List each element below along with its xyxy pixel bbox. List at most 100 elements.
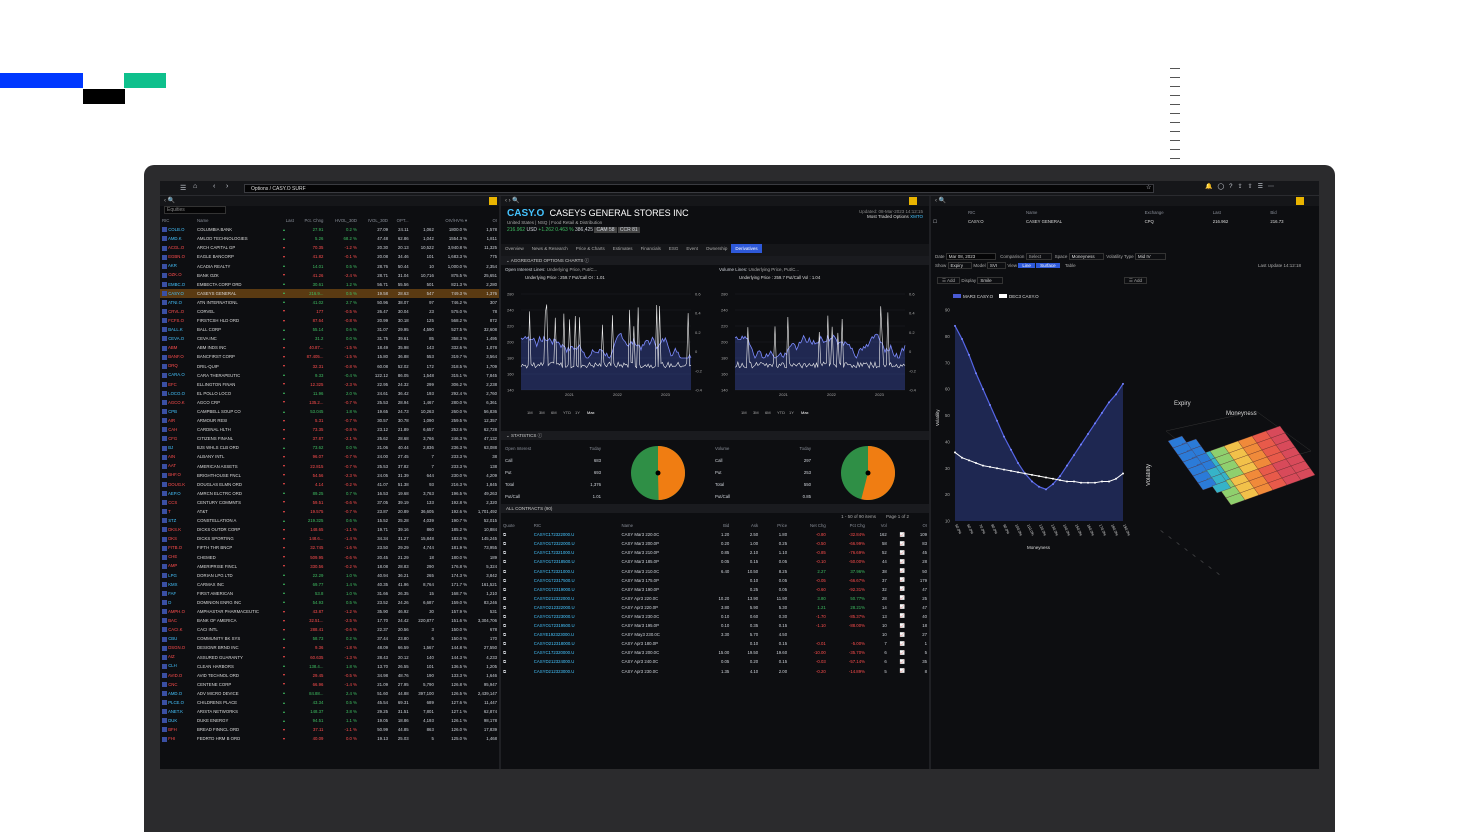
ric-cell[interactable]: AEP.O [160,489,195,498]
ric-cell[interactable]: DUK [160,716,195,725]
contract-ric[interactable]: CASYO172322000.U [532,539,620,548]
chart-icon[interactable]: 📈 [889,630,907,639]
contract-row[interactable]: ⧉ CASYO172318500.U CASY Mar3 185.0P 0.05 0.1… [501,557,929,566]
tab-news-research[interactable]: News & Research [528,244,572,253]
ric-cell[interactable]: AAT [160,462,195,471]
table-row[interactable]: AIZ ASSURED GUARANTY ▼ 60.635 -1.3 % 28.43 20.… [160,653,499,662]
col-header[interactable]: RIC [966,208,1024,217]
quote-icon[interactable]: ⧉ [501,657,532,666]
ric-cell[interactable]: DSGN.O [160,643,195,652]
address-bar[interactable]: Options / CASY.O SURF [244,184,1154,193]
forward-icon[interactable]: › [226,183,228,190]
ric-cell[interactable]: D [160,598,195,607]
table-row[interactable]: LPG DORIAN LPG LTD ▲ 22.29 1.0 % 40.94 36.21 26… [160,571,499,580]
quote-icon[interactable]: ⧉ [501,530,532,539]
table-row[interactable]: FCFS.O FIRSTCSH HLD ORD ▼ 87.64 -0.8 % 20.99 3… [160,316,499,325]
contract-row[interactable]: ⧉ CASYO172319000.U CASY Mar3 190.0P 0.25 0.0… [501,585,929,594]
ric-cell[interactable]: CARA.O [160,371,195,380]
contract-row[interactable]: ⧉ CASYC172321000.U CASY Mar3 210.0P 0.85 2.1… [501,548,929,557]
ric-cell[interactable]: BFH [160,725,195,734]
table-row[interactable]: LOCO.O EL POLLO LOCO ▲ 11.96 2.0 % 24.61 36.42… [160,389,499,398]
contract-row[interactable]: ⧉ CASYD212323000.U CASY Apr3 230.0C 1.35 4.1… [501,667,929,676]
table-row[interactable]: BAC BANK OF AMERICA ▼ 32.51... -2.5 % 17.70 24… [160,616,499,625]
table-row[interactable]: CRVL.O CORVEL ▼ 177 -0.5 % 26.47 30.04 23 575.0 … [160,307,499,316]
col-header[interactable]: Vol [867,521,889,530]
table-row[interactable]: AMD.K AMLOD TECHNOLOGIES ▲ 5.26 68.2 % 47.48 6… [160,234,499,243]
ric-cell[interactable]: BJ [160,443,195,452]
contract-ric[interactable]: CASYO172319500.U [532,621,620,630]
ric-cell[interactable]: AVID.O [160,671,195,680]
range-button-1M[interactable]: 1M [741,410,747,415]
table-row[interactable]: BHF.O BRIGHTHOUSE FNCL ▼ 54.56 -2.3 % 24.05 31… [160,471,499,480]
table-row[interactable]: CAH CARDINAL HLTH ▼ 73.35 -0.8 % 23.12 21.89 6,… [160,425,499,434]
chart-icon[interactable]: 📈 [889,548,907,557]
table-row[interactable]: CEVA.O CEVA INC ▲ 31.2 0.0 % 31.75 39.61 85 358.… [160,334,499,343]
table-row[interactable]: ANET.K ARISTA NETWORKS ▲ 148.37 3.8 % 29.25 31… [160,707,499,716]
chart-icon[interactable]: 📈 [889,648,907,657]
quote-icon[interactable]: ⧉ [501,603,532,612]
ric-cell[interactable]: CHE [160,552,195,561]
col-header[interactable]: OI [907,521,929,530]
chart-icon[interactable]: 📈 [889,557,907,566]
table-row[interactable]: FAF FIRST AMERICAN ▲ 53.8 1.0 % 31.66 26.35 15 1… [160,589,499,598]
col-header[interactable]: OI [469,216,499,225]
ric-cell[interactable]: LOCO.O [160,389,195,398]
tab-derivatives[interactable]: Derivatives [731,244,762,253]
col-header[interactable]: Price [760,521,789,530]
add-button[interactable]: ☰ Add [937,277,961,285]
ric-cell[interactable]: CACI.K [160,625,195,634]
col-header[interactable]: HVOL_30D [325,216,359,225]
table-row[interactable]: DUK DUKE ENERGY ▲ 94.51 1.1 % 19.05 18.86 4,193… [160,716,499,725]
table-row[interactable]: AEP.O AMRCN ELCTRC ORD ▲ 89.25 0.7 % 16.53 19.… [160,489,499,498]
range-button-YTD[interactable]: YTD [777,410,785,415]
contract-row[interactable]: ⧉ CASYO172317500.U CASY Mar3 175.0P 0.10 0.0… [501,576,929,585]
table-row[interactable]: DKS.K DICKS OUTDR CORP ▼ 148.65 -1.1 % 19.71 3… [160,525,499,534]
quote-icon[interactable]: ⧉ [501,566,532,575]
table-row[interactable]: CBU COMMUNITY BK SYS ▲ 58.73 0.2 % 37.44 23.80… [160,634,499,643]
ric-cell[interactable]: BHF.O [160,471,195,480]
range-button-6M[interactable]: 6M [765,410,771,415]
menu-icon[interactable]: ☰ [180,184,186,192]
vol-type-select[interactable]: Mid IV [1134,253,1166,261]
col-header[interactable]: Name [1024,208,1143,217]
col-header[interactable]: RIC [532,521,620,530]
comparison-select[interactable]: Select [1025,253,1053,261]
ric-cell[interactable]: CNC [160,680,195,689]
contract-ric[interactable]: CASYO172317500.U [532,576,620,585]
chart-icon[interactable]: 📈 [889,539,907,548]
table-row[interactable]: AIN ALBANY INTL ▼ 96.07 -0.7 % 24.00 27.45 7 233… [160,452,499,461]
contract-row[interactable]: ⧉ CASYC172322000.U CASY Mar3 220.0C 1.20 2.5… [501,530,929,539]
contract-ric[interactable]: CASYD212324000.U [532,657,620,666]
table-row[interactable]: AAT AMERICAN ASSETS ▼ 22.815 -0.7 % 25.53 37.8… [160,462,499,471]
quote-icon[interactable]: ⧉ [501,630,532,639]
table-row[interactable]: AMD.O ADV MICRO DEVICE ▲ 84.88... 2.4 % 51.60… [160,689,499,698]
ric-cell[interactable]: EFC [160,380,195,389]
back-icon[interactable]: ‹ [213,183,215,190]
table-row[interactable]: DKS DICKS SPORTING ▼ 148.6... -1.4 % 34.34 31.… [160,534,499,543]
ric-cell[interactable]: DKS.K [160,525,195,534]
table-row[interactable]: FITB.O FIFTH THR BNCP ▼ 32.745 -1.6 % 23.50 29… [160,543,499,552]
ric-cell[interactable]: ABM [160,343,195,352]
range-button-1Y[interactable]: 1Y [789,410,794,415]
table-row[interactable]: CLH CLEAN HARBORS ▲ 138.4... 1.8 % 13.70 26.55… [160,662,499,671]
col-header[interactable]: RIC [160,216,195,225]
contract-row[interactable]: ⧉ CASYO212318000.U CASY Apr3 180.0P 0.10 0.1… [501,639,929,648]
contract-ric[interactable]: CASYO212318000.U [532,639,620,648]
tab-ownership[interactable]: Ownership [702,244,732,253]
range-button-YTD[interactable]: YTD [563,410,571,415]
section-statistics[interactable]: ⌄ STATISTICS ⓘ [501,431,929,440]
table-row[interactable]: FHI FEDRTD HRM B ORD ▼ 40.09 0.0 % 19.13 25.03… [160,734,499,743]
link-button[interactable] [1296,197,1304,205]
range-button-Max[interactable]: Max [801,410,809,415]
ric-cell[interactable]: AIR [160,416,195,425]
ric-cell[interactable]: FHI [160,734,195,743]
quote-icon[interactable]: ⧉ [501,585,532,594]
table-row[interactable]: AGCO.K AGCO CRP ▼ 135.2... -0.7 % 25.53 28.94 1… [160,398,499,407]
range-button-1M[interactable]: 1M [527,410,533,415]
add-button-2[interactable]: ☰ Add [1123,277,1147,285]
ric-cell[interactable]: CEVA.O [160,334,195,343]
col-header[interactable]: Name [620,521,703,530]
col-header[interactable]: OIV/HV% ▾ [436,216,469,225]
space-select[interactable]: Moneyness [1068,253,1104,261]
ric-cell[interactable]: LPG [160,571,195,580]
